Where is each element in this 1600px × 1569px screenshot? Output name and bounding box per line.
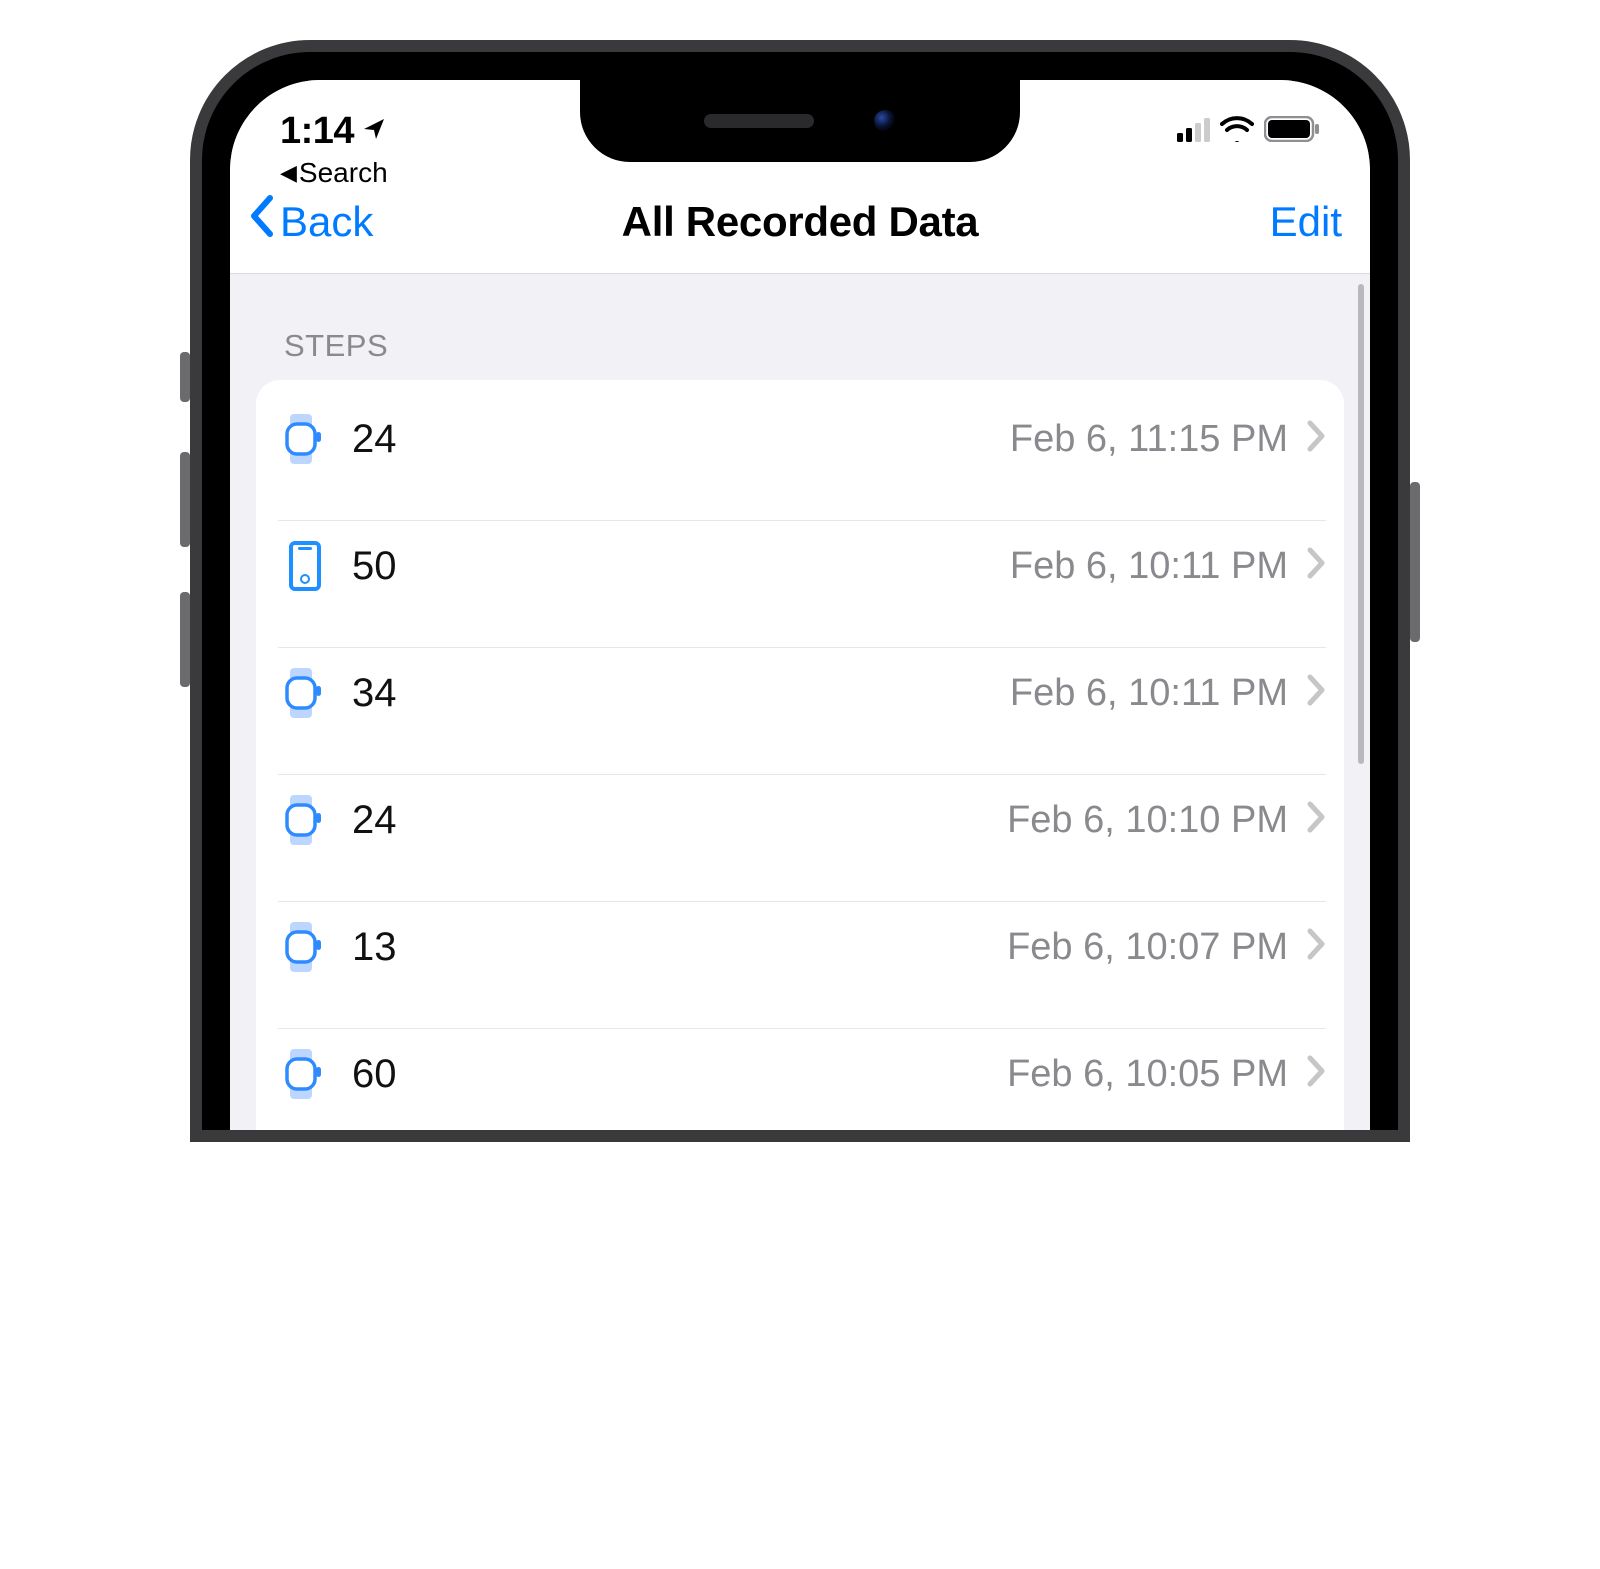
chevron-right-icon (1306, 923, 1326, 971)
chevron-right-icon (1306, 542, 1326, 590)
back-triangle-icon: ◀︎ (280, 160, 297, 186)
apple-watch-icon (278, 414, 332, 464)
battery-icon (1264, 116, 1320, 142)
timestamp: Feb 6, 10:07 PM (1007, 926, 1288, 969)
table-row[interactable]: 60 Feb 6, 10:05 PM (256, 1010, 1344, 1130)
status-time: 1:14 (280, 110, 354, 153)
cellular-signal-icon (1177, 116, 1210, 142)
table-row[interactable]: 13 Feb 6, 10:07 PM (256, 883, 1344, 1010)
table-row[interactable]: 50 Feb 6, 10:11 PM (256, 502, 1344, 629)
chevron-right-icon (1306, 415, 1326, 463)
chevron-right-icon (1306, 1050, 1326, 1098)
breadcrumb-back-search[interactable]: ◀︎ Search (280, 157, 388, 189)
back-button[interactable]: Back (248, 194, 373, 249)
table-row[interactable]: 24 Feb 6, 11:15 PM (256, 380, 1344, 502)
chevron-right-icon (1306, 669, 1326, 717)
content: STEPS 24 Feb 6, 11:15 PM 50 Feb 6, 10:11 PM… (230, 274, 1370, 1130)
table-row[interactable]: 24 Feb 6, 10:10 PM (256, 756, 1344, 883)
back-label: Back (280, 198, 373, 246)
steps-list: 24 Feb 6, 11:15 PM 50 Feb 6, 10:11 PM 34 Feb… (256, 380, 1344, 1130)
steps-value: 24 (352, 417, 442, 462)
speaker-grille (704, 114, 814, 128)
steps-value: 60 (352, 1052, 442, 1097)
notch (580, 80, 1020, 162)
nav-bar: Back All Recorded Data Edit (230, 190, 1370, 274)
power-button (1410, 482, 1420, 642)
silence-switch (180, 352, 190, 402)
edit-button[interactable]: Edit (1270, 198, 1342, 246)
screen: 1:14 ◀︎ Search (230, 80, 1370, 1130)
timestamp: Feb 6, 10:10 PM (1007, 799, 1288, 842)
apple-watch-icon (278, 795, 332, 845)
timestamp: Feb 6, 11:15 PM (1010, 418, 1288, 461)
table-row[interactable]: 34 Feb 6, 10:11 PM (256, 629, 1344, 756)
breadcrumb-label: Search (299, 157, 388, 189)
steps-value: 50 (352, 544, 442, 589)
steps-value: 34 (352, 671, 442, 716)
chevron-right-icon (1306, 796, 1326, 844)
scroll-indicator[interactable] (1358, 284, 1364, 764)
steps-value: 24 (352, 798, 442, 843)
apple-watch-icon (278, 668, 332, 718)
wifi-icon (1220, 116, 1254, 142)
steps-value: 13 (352, 925, 442, 970)
location-icon (362, 115, 386, 149)
volume-down-button (180, 592, 190, 687)
apple-watch-icon (278, 922, 332, 972)
page-title: All Recorded Data (622, 198, 979, 246)
front-camera (874, 110, 896, 132)
chevron-left-icon (248, 194, 276, 249)
timestamp: Feb 6, 10:05 PM (1007, 1053, 1288, 1096)
iphone-icon (278, 541, 332, 591)
timestamp: Feb 6, 10:11 PM (1010, 545, 1288, 588)
phone-frame: 1:14 ◀︎ Search (190, 40, 1410, 1142)
volume-up-button (180, 452, 190, 547)
timestamp: Feb 6, 10:11 PM (1010, 672, 1288, 715)
section-header: STEPS (256, 274, 1344, 380)
apple-watch-icon (278, 1049, 332, 1099)
